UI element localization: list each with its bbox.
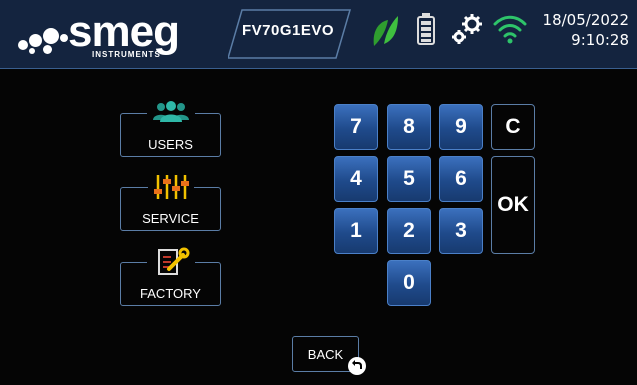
key-4[interactable]: 4 — [334, 156, 378, 202]
ok-button[interactable]: OK — [491, 156, 535, 254]
smeg-logo: smeg INSTRUMENTS — [8, 4, 238, 64]
date-text: 18/05/2022 — [542, 11, 629, 29]
eco-leaf-icon — [373, 16, 398, 46]
logo-dots — [18, 26, 70, 54]
back-label: BACK — [307, 346, 344, 362]
key-7[interactable]: 7 — [334, 104, 378, 150]
key-0[interactable]: 0 — [387, 260, 431, 306]
key-8[interactable]: 8 — [387, 104, 431, 150]
back-arrow-icon — [348, 357, 366, 375]
users-icon — [146, 100, 195, 122]
gears-icon[interactable] — [450, 12, 484, 46]
key-3[interactable]: 3 — [439, 208, 483, 254]
key-1[interactable]: 1 — [334, 208, 378, 254]
service-button[interactable]: SERVICE — [120, 174, 221, 231]
document-wrench-icon — [146, 247, 195, 277]
battery-icon — [417, 13, 435, 45]
users-button[interactable]: USERS — [120, 100, 221, 157]
sliders-icon — [147, 174, 194, 200]
factory-label: FACTORY — [140, 286, 201, 301]
users-label: USERS — [148, 137, 193, 152]
clear-button[interactable]: C — [491, 104, 535, 150]
key-6[interactable]: 6 — [439, 156, 483, 202]
key-2[interactable]: 2 — [387, 208, 431, 254]
wifi-icon — [493, 15, 527, 44]
service-label: SERVICE — [142, 211, 199, 226]
model-name: FV70G1EVO — [242, 22, 335, 39]
header-bar: smeg INSTRUMENTS FV70G1EVO 18/05/2022 9:… — [0, 0, 637, 69]
brand-subtitle: INSTRUMENTS — [92, 50, 161, 59]
key-5[interactable]: 5 — [387, 156, 431, 202]
factory-button[interactable]: FACTORY — [120, 247, 221, 306]
datetime: 18/05/2022 9:10:28 — [543, 10, 629, 50]
key-9[interactable]: 9 — [439, 104, 483, 150]
time-text: 9:10:28 — [571, 31, 629, 49]
brand-name: smeg — [68, 7, 180, 56]
